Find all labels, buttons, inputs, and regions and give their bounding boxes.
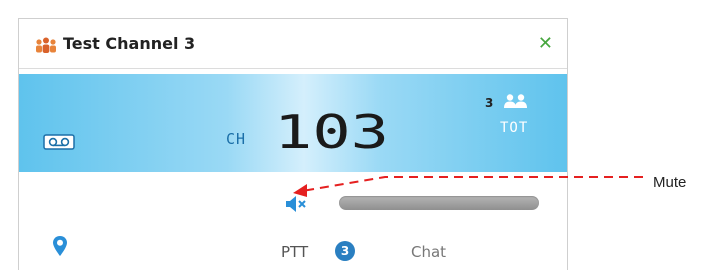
voicemail-icon[interactable] — [43, 134, 75, 150]
ch-label: CH — [226, 130, 247, 148]
channel-widget: Test Channel 3 ✕ CH 103 3 TOT PTT 3 Chat — [18, 18, 568, 270]
ptt-label: PTT — [281, 243, 309, 261]
member-count: 3 — [485, 96, 494, 110]
channel-title: Test Channel 3 — [63, 34, 196, 53]
channel-number-display: 103 — [274, 106, 389, 154]
channel-display: CH 103 3 TOT — [19, 74, 567, 172]
members-icon[interactable] — [502, 93, 530, 109]
group-icon — [36, 37, 56, 53]
channel-number: 103 — [274, 106, 389, 154]
tot-label: TOT — [500, 120, 529, 136]
title-bar: Test Channel 3 ✕ — [19, 19, 567, 69]
volume-slider[interactable] — [339, 196, 539, 210]
close-icon[interactable]: ✕ — [538, 34, 553, 54]
ptt-count-badge: 3 — [335, 241, 355, 261]
tab-chat[interactable]: Chat — [411, 243, 446, 261]
speaker-mute-icon[interactable] — [285, 195, 307, 213]
location-pin-icon[interactable] — [52, 235, 68, 257]
callout-label-mute: Mute — [653, 174, 687, 191]
stage: Test Channel 3 ✕ CH 103 3 TOT PTT 3 Chat… — [0, 0, 711, 270]
